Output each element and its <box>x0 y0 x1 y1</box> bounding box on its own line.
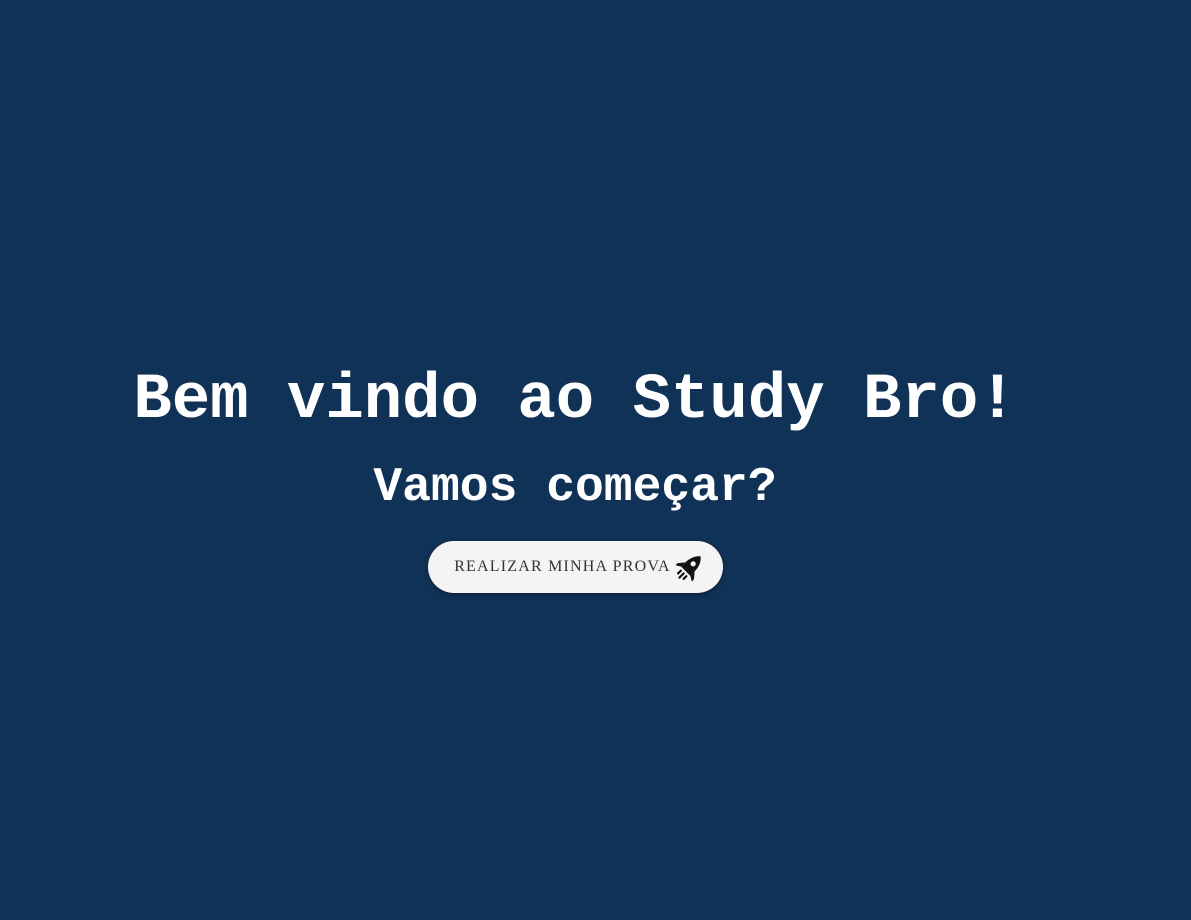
page-subtitle: Vamos começar? <box>373 461 777 515</box>
start-exam-button-label: REALIZAR MINHA PROVA <box>454 558 671 575</box>
rocket-icon <box>673 550 707 584</box>
start-exam-button[interactable]: REALIZAR MINHA PROVA <box>428 541 723 593</box>
page-title: Bem vindo ao Study Bro! <box>133 365 1017 437</box>
